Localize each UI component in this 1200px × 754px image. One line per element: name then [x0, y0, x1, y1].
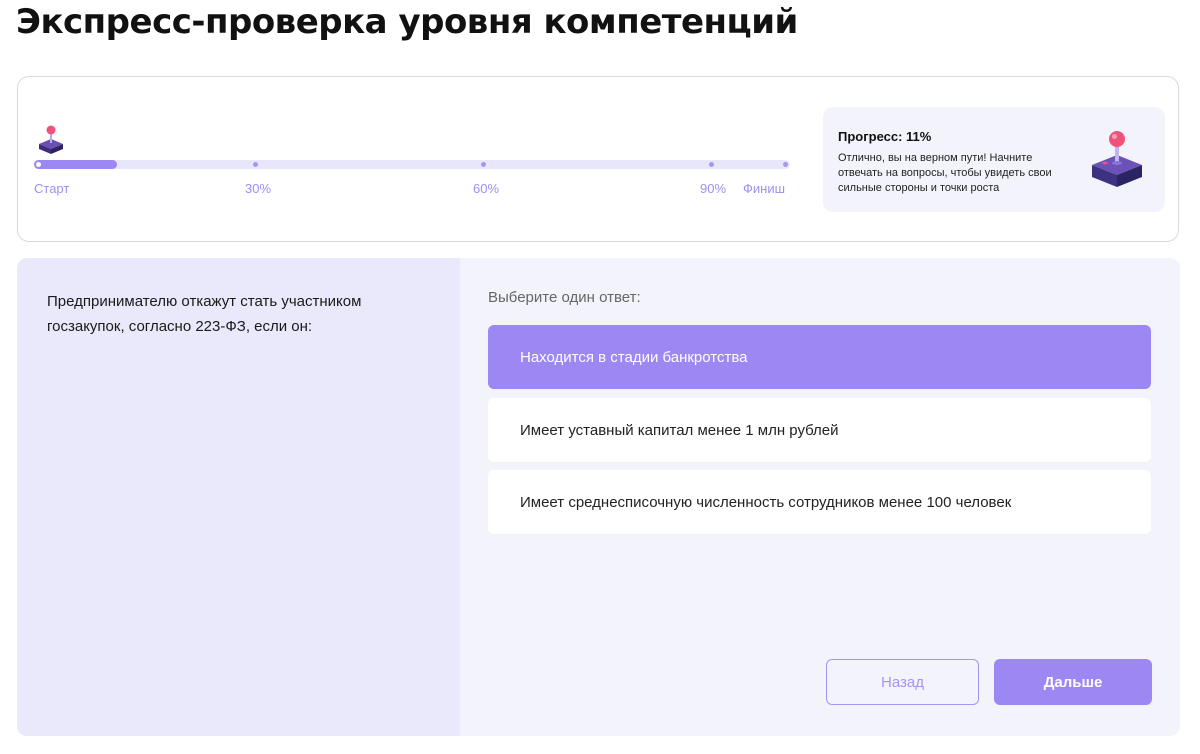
answer-option-2[interactable]: Имеет уставный капитал менее 1 млн рубле… — [488, 398, 1151, 462]
progress-description: Отлично, вы на верном пути! Начните отве… — [838, 152, 1052, 194]
answer-option-1[interactable]: Находится в стадии банкротства — [488, 325, 1151, 389]
progress-track-area: Старт 30% 60% 90% Финиш — [34, 125, 794, 196]
track-dot-60 — [481, 162, 486, 167]
track-label-90: 90% — [700, 181, 727, 196]
answer-option-label: Имеет среднесписочную численность сотруд… — [520, 493, 1012, 511]
question-left-pane: Предпринимателю откажут стать участником… — [17, 258, 460, 736]
track-label-start: Старт — [34, 181, 70, 196]
answers-label: Выберите один ответ: — [488, 289, 641, 306]
progress-track — [34, 160, 790, 169]
joystick-icon — [1092, 131, 1142, 187]
next-button[interactable]: Дальше — [994, 659, 1152, 705]
track-dot-90 — [709, 162, 714, 167]
progress-info-box: Прогресс: 11% Отлично, вы на верном пути… — [823, 107, 1165, 212]
page-title: Экспресс-проверка уровня компетенций — [16, 2, 798, 42]
progress-title: Прогресс: 11% — [838, 129, 932, 144]
back-button[interactable]: Назад — [826, 659, 979, 705]
track-label-finish: Финиш — [743, 181, 786, 196]
track-label-60: 60% — [473, 181, 500, 196]
joystick-marker-icon — [39, 125, 63, 154]
answer-option-label: Находится в стадии банкротства — [520, 348, 748, 366]
question-panel: Предпринимателю откажут стать участником… — [17, 258, 1180, 736]
progress-fill — [34, 160, 118, 169]
track-dot-finish — [783, 162, 788, 167]
track-dot-30 — [253, 162, 258, 167]
answer-option-3[interactable]: Имеет среднесписочную численность сотруд… — [488, 470, 1151, 534]
track-label-30: 30% — [245, 181, 272, 196]
track-dot-start — [36, 162, 41, 167]
progress-card: Старт 30% 60% 90% Финиш Прогресс: 11% От… — [17, 76, 1179, 242]
question-text: Предпринимателю откажут стать участником… — [47, 293, 362, 335]
answer-option-label: Имеет уставный капитал менее 1 млн рубле… — [520, 421, 839, 439]
